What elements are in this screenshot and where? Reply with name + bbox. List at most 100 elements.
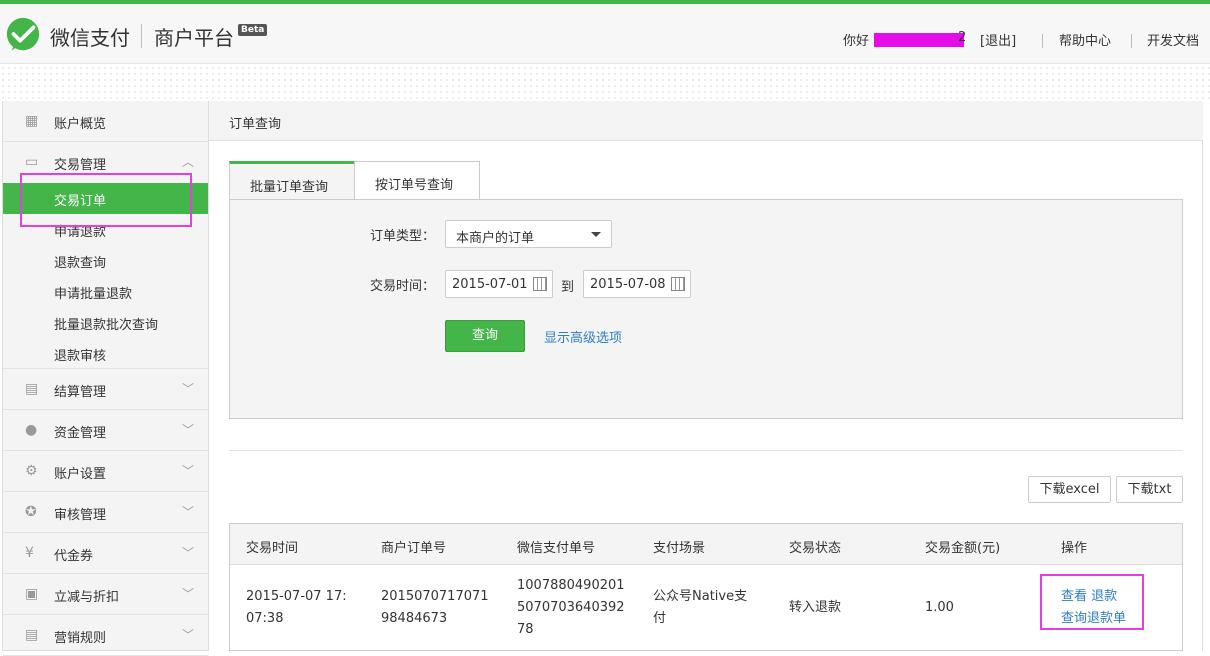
money-bag-icon: ●	[25, 422, 38, 438]
calendar-icon[interactable]	[671, 277, 685, 291]
sidebar-item-audit[interactable]: ✪ 审核管理 ﹀	[3, 492, 208, 533]
sidebar-item-label: 批量退款批次查询	[54, 318, 159, 333]
gear-icon: ⚙	[25, 463, 38, 479]
brand-name: 微信支付	[50, 26, 130, 50]
sidebar-subitem-batch-refund[interactable]: 申请批量退款	[3, 276, 208, 307]
username-tail: 2	[958, 30, 967, 45]
column-header: 操作	[1061, 541, 1088, 556]
chevron-down-icon: ﹀	[181, 382, 194, 396]
sidebar-item-marketing[interactable]: ▤ 营销规则 ﹀	[3, 615, 208, 656]
start-date-value: 2015-07-01	[452, 277, 528, 292]
column-header: 交易状态	[789, 541, 842, 556]
sidebar-item-overview[interactable]: ▦ 账户概览	[3, 101, 208, 142]
sidebar-item-voucher[interactable]: ¥ 代金券 ﹀	[3, 533, 208, 574]
beta-badge: Beta	[238, 24, 268, 36]
dotted-strip	[0, 65, 1210, 101]
cell-line: 1007880490201	[517, 578, 625, 593]
platform-name: 商户平台	[154, 26, 234, 50]
calculator-icon: ▤	[25, 381, 39, 397]
wechat-pay-logo-icon	[6, 17, 40, 51]
header-divider	[1131, 34, 1132, 48]
sidebar-subitem-refund-query[interactable]: 退款查询	[3, 245, 208, 276]
merchant-order-cell: 2015070717071 98484673	[381, 586, 489, 630]
column-header: 商户订单号	[381, 541, 447, 556]
annotation-highlight-box	[20, 173, 192, 227]
order-type-select[interactable]: 本商户的订单	[445, 220, 612, 248]
chevron-down-icon: ﹀	[181, 546, 194, 560]
column-header: 微信支付单号	[517, 541, 596, 556]
cell-line: 2015070717071	[381, 589, 489, 604]
cell-line: 07:38	[246, 611, 284, 626]
trade-amount-cell: 1.00	[925, 600, 954, 615]
chevron-down-icon: ﹀	[181, 587, 194, 601]
sidebar-item-account[interactable]: ⚙ 账户设置 ﹀	[3, 451, 208, 492]
tab-order-number-query[interactable]: 按订单号查询	[354, 161, 480, 200]
help-center-link[interactable]: 帮助中心	[1059, 30, 1111, 49]
sidebar-item-funds[interactable]: ● 资金管理 ﹀	[3, 410, 208, 451]
tab-batch-order-query[interactable]: 批量订单查询	[229, 161, 355, 200]
sidebar-item-label: 退款审核	[54, 349, 107, 364]
sidebar-item-label: 申请批量退款	[54, 287, 133, 302]
calendar-icon[interactable]	[533, 277, 547, 291]
end-date-value: 2015-07-08	[590, 277, 666, 292]
sidebar-item-label: 退款查询	[54, 256, 107, 271]
section-divider	[229, 450, 1183, 451]
chevron-down-icon: ﹀	[181, 464, 194, 478]
brand-divider	[141, 24, 142, 48]
header: 微信支付 商户平台 Beta 你好 2 [退出] 帮助中心 开发文档	[0, 4, 1210, 64]
column-header: 交易金额(元)	[925, 541, 1001, 556]
sidebar-item-label: 立减与折扣	[54, 590, 120, 605]
tab-label: 按订单号查询	[375, 178, 454, 193]
table-header: 交易时间 商户订单号 微信支付单号 支付场景 交易状态 交易金额(元) 操作	[230, 524, 1182, 565]
chevron-down-icon: ﹀	[181, 628, 194, 642]
download-txt-button[interactable]: 下载txt	[1116, 476, 1183, 503]
date-range-separator: 到	[561, 280, 575, 295]
show-advanced-options-link[interactable]: 显示高级选项	[544, 327, 622, 346]
logout-link[interactable]: [退出]	[980, 30, 1016, 49]
chevron-down-icon: ﹀	[181, 505, 194, 519]
header-divider	[1042, 34, 1043, 48]
sidebar-item-label: 账户设置	[54, 467, 107, 482]
yen-icon: ¥	[25, 545, 34, 561]
end-date-input[interactable]: 2015-07-08	[583, 270, 691, 298]
document-icon: ▤	[25, 627, 39, 643]
chevron-down-icon: ﹀	[181, 423, 194, 437]
start-date-input[interactable]: 2015-07-01	[445, 270, 553, 298]
page-title-bar: 订单查询	[209, 101, 1203, 141]
order-type-value: 本商户的订单	[456, 231, 535, 246]
dev-docs-link[interactable]: 开发文档	[1147, 30, 1199, 49]
grid-icon: ▦	[25, 113, 39, 129]
cell-line: 98484673	[381, 611, 448, 626]
discount-icon: ▣	[25, 586, 39, 602]
payment-scene-cell: 公众号Native支 付	[653, 586, 747, 630]
cell-line: 78	[517, 622, 534, 637]
star-icon: ✪	[25, 504, 37, 520]
wechat-order-cell: 1007880490201 5070703640392 78	[517, 575, 625, 641]
chevron-up-icon: ︿	[181, 155, 194, 169]
sidebar-item-discount[interactable]: ▣ 立减与折扣 ﹀	[3, 574, 208, 615]
cell-line: 公众号Native支	[653, 589, 748, 604]
sidebar-item-label: 审核管理	[54, 508, 107, 523]
page-title: 订单查询	[229, 117, 282, 132]
column-header: 支付场景	[653, 541, 706, 556]
trade-status-cell: 转入退款	[789, 600, 842, 615]
caret-down-icon	[591, 232, 601, 237]
sidebar-item-label: 代金券	[54, 549, 94, 564]
column-header: 交易时间	[246, 541, 299, 556]
sidebar-subitem-batch-refund-query[interactable]: 批量退款批次查询	[3, 307, 208, 338]
sidebar-item-label: 结算管理	[54, 385, 107, 400]
sidebar-item-label: 账户概览	[54, 117, 107, 132]
sidebar-item-label: 资金管理	[54, 426, 107, 441]
trade-time-label: 交易时间：	[370, 279, 436, 294]
card-icon: ▭	[25, 154, 39, 170]
query-button[interactable]: 查询	[445, 320, 525, 352]
sidebar-item-settlement[interactable]: ▤ 结算管理 ﹀	[3, 369, 208, 410]
download-excel-button[interactable]: 下载excel	[1028, 476, 1111, 503]
sidebar-item-label: 交易管理	[54, 158, 107, 173]
cell-line: 2015-07-07 17:	[246, 589, 347, 604]
greeting: 你好	[843, 34, 870, 49]
sidebar-item-label: 营销规则	[54, 631, 107, 646]
annotation-highlight-box	[1040, 574, 1144, 630]
sidebar-subitem-refund-audit[interactable]: 退款审核	[3, 338, 208, 369]
cell-line: 5070703640392	[517, 600, 625, 615]
